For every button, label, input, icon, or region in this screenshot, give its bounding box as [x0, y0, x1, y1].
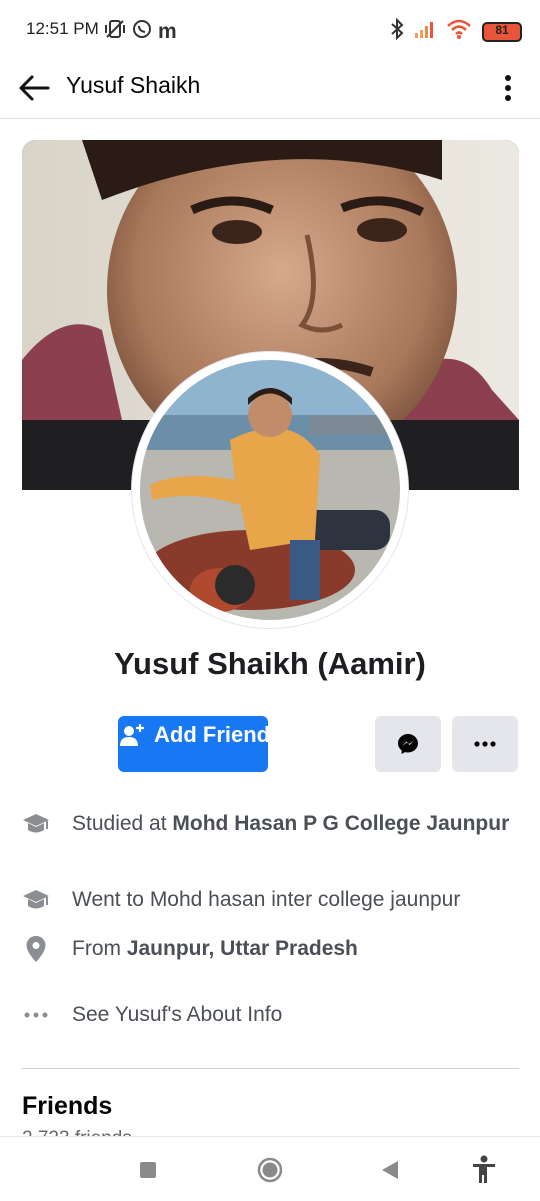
section-divider — [22, 1068, 519, 1069]
back-button[interactable] — [14, 68, 54, 108]
info-row-from: From Jaunpur, Uttar Pradesh — [22, 935, 522, 965]
went-to-text: Went to Mohd hasan inter college jaunpur — [72, 888, 461, 911]
profile-name: Yusuf Shaikh (Aamir) — [114, 646, 426, 681]
accessibility-icon — [473, 1155, 495, 1183]
profile-picture[interactable] — [140, 360, 400, 620]
square-icon — [140, 1162, 156, 1178]
from-place-link[interactable]: Jaunpur, Uttar Pradesh — [127, 937, 358, 960]
circle-icon — [257, 1157, 283, 1183]
whatsapp-icon — [132, 19, 152, 44]
recents-button[interactable] — [133, 1155, 163, 1185]
triangle-back-icon — [382, 1161, 398, 1179]
app-bar: Yusuf Shaikh — [0, 60, 540, 119]
arrow-left-icon — [19, 75, 50, 101]
see-about-info-link[interactable]: See Yusuf's About Info — [22, 1001, 522, 1031]
page-title: Yusuf Shaikh — [66, 72, 201, 98]
status-time: 12:51 PM — [26, 19, 99, 38]
wifi-icon — [446, 18, 472, 45]
more-actions-button[interactable] — [452, 716, 518, 772]
message-button[interactable] — [375, 716, 441, 772]
battery-level: 81 — [495, 22, 509, 37]
battery-icon: 81 — [482, 21, 522, 42]
add-friend-button[interactable]: Add Friend — [118, 716, 271, 772]
nav-back-button[interactable] — [375, 1155, 405, 1185]
graduation-cap-icon — [22, 886, 50, 914]
status-bar: 12:51 PM m 81 — [0, 0, 540, 60]
friends-title: Friends — [22, 1092, 113, 1120]
info-row-went-to: Went to Mohd hasan inter college jaunpur — [22, 886, 522, 916]
more-options-button[interactable] — [496, 68, 520, 108]
from-prefix: From — [72, 937, 127, 960]
bluetooth-icon — [390, 17, 404, 45]
home-button[interactable] — [255, 1155, 285, 1185]
more-horizontal-icon — [474, 741, 496, 747]
location-pin-icon — [22, 935, 50, 963]
more-vertical-icon — [505, 75, 511, 101]
studied-place-link[interactable]: Mohd Hasan P G College Jaunpur — [172, 812, 509, 835]
friends-count[interactable]: 2,723 friends — [22, 1128, 132, 1136]
m-app-icon: m — [158, 19, 177, 43]
studied-prefix: Studied at — [72, 812, 173, 835]
add-person-icon — [118, 722, 146, 755]
vibrate-off-icon — [104, 18, 126, 45]
add-friend-label: Add Friend — [154, 722, 271, 747]
accessibility-button[interactable] — [469, 1155, 499, 1185]
more-horizontal-icon — [22, 1001, 50, 1029]
see-about-info-label: See Yusuf's About Info — [72, 1003, 283, 1026]
system-nav-bar — [0, 1136, 540, 1201]
info-row-studied: Studied at Mohd Hasan P G College Jaunpu… — [22, 810, 522, 868]
messenger-icon — [398, 734, 418, 754]
graduation-cap-icon — [22, 810, 50, 838]
signal-icon — [414, 19, 436, 44]
